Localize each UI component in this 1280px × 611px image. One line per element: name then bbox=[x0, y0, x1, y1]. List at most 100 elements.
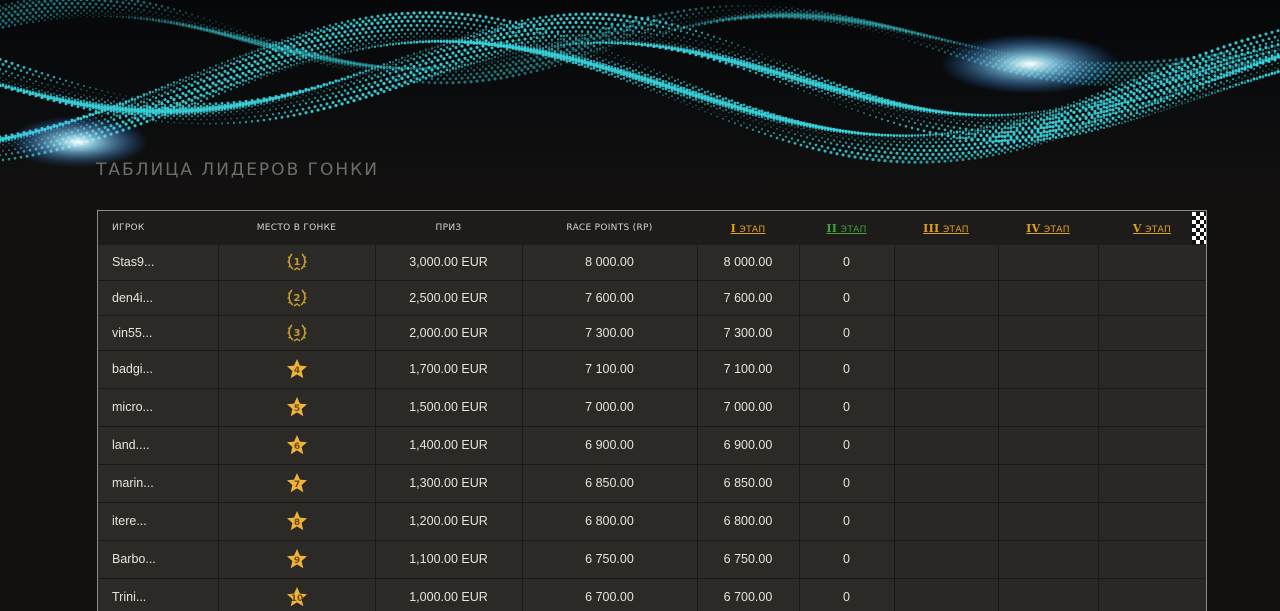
stage-5-points bbox=[1098, 350, 1206, 388]
place-column-header: МЕСТО В ГОНКЕ bbox=[218, 211, 375, 245]
player-name: Trini... bbox=[98, 578, 218, 611]
laurel-medal-icon: 3 bbox=[285, 322, 309, 344]
race-place: 3 bbox=[218, 315, 375, 350]
star-rank-icon: 8 bbox=[285, 510, 309, 532]
stage-4-points bbox=[998, 315, 1098, 350]
stage-5-points bbox=[1098, 578, 1206, 611]
table-row: itere...81,200.00 EUR6 800.006 800.000 bbox=[98, 502, 1206, 540]
star-rank-icon: 7 bbox=[285, 472, 309, 494]
prize-value: 2,000.00 EUR bbox=[375, 315, 522, 350]
race-place: 4 bbox=[218, 350, 375, 388]
stage-2-points: 0 bbox=[799, 280, 894, 315]
race-points-value: 7 100.00 bbox=[522, 350, 697, 388]
player-name: badgi... bbox=[98, 350, 218, 388]
stage-3-points bbox=[894, 315, 998, 350]
prize-value: 1,700.00 EUR bbox=[375, 350, 522, 388]
stage-2-link[interactable]: II этап bbox=[826, 224, 866, 235]
table-row: micro...51,500.00 EUR7 000.007 000.000 bbox=[98, 388, 1206, 426]
place-number: 3 bbox=[293, 328, 300, 339]
place-number: 5 bbox=[293, 404, 299, 414]
points-column-header: RACE POINTS (RP) bbox=[522, 211, 697, 245]
stage-5-points bbox=[1098, 280, 1206, 315]
prize-value: 3,000.00 EUR bbox=[375, 245, 522, 280]
place-number: 10 bbox=[290, 594, 303, 604]
star-rank-icon: 4 bbox=[285, 358, 309, 380]
stage-2-points: 0 bbox=[799, 540, 894, 578]
star-rank-icon: 9 bbox=[285, 548, 309, 570]
stage-3-points bbox=[894, 426, 998, 464]
race-points-value: 8 000.00 bbox=[522, 245, 697, 280]
race-points-value: 6 750.00 bbox=[522, 540, 697, 578]
stage-3-points bbox=[894, 350, 998, 388]
race-place: 10 bbox=[218, 578, 375, 611]
stage-2-points: 0 bbox=[799, 350, 894, 388]
race-place: 8 bbox=[218, 502, 375, 540]
star-rank-icon: 10 bbox=[285, 586, 309, 608]
place-number: 9 bbox=[293, 556, 299, 566]
place-number: 4 bbox=[293, 366, 299, 376]
stage-4-points bbox=[998, 280, 1098, 315]
stage-2-points: 0 bbox=[799, 464, 894, 502]
race-points-value: 6 800.00 bbox=[522, 502, 697, 540]
stage-4-points bbox=[998, 464, 1098, 502]
stage-3-points bbox=[894, 245, 998, 280]
stage-5-points bbox=[1098, 315, 1206, 350]
place-number: 1 bbox=[293, 257, 300, 268]
table-row: Trini...101,000.00 EUR6 700.006 700.000 bbox=[98, 578, 1206, 611]
stage-3-link[interactable]: III этап bbox=[923, 224, 969, 235]
player-name: Barbo... bbox=[98, 540, 218, 578]
stage-5-points bbox=[1098, 464, 1206, 502]
race-place: 2 bbox=[218, 280, 375, 315]
stage-5-link[interactable]: V этап bbox=[1133, 224, 1171, 235]
stage-1-points: 6 700.00 bbox=[697, 578, 799, 611]
stage-1-points: 6 750.00 bbox=[697, 540, 799, 578]
stage-1-points: 7 300.00 bbox=[697, 315, 799, 350]
stage-1-points: 8 000.00 bbox=[697, 245, 799, 280]
stage-4-points bbox=[998, 388, 1098, 426]
player-name: micro... bbox=[98, 388, 218, 426]
checkered-flag-icon bbox=[1192, 212, 1206, 244]
race-points-value: 7 000.00 bbox=[522, 388, 697, 426]
stage-5-column-header: V этап bbox=[1098, 211, 1206, 245]
prize-value: 1,500.00 EUR bbox=[375, 388, 522, 426]
stage-3-points bbox=[894, 540, 998, 578]
race-points-value: 7 600.00 bbox=[522, 280, 697, 315]
race-points-value: 6 900.00 bbox=[522, 426, 697, 464]
place-number: 2 bbox=[293, 293, 300, 304]
table-row: vin55...32,000.00 EUR7 300.007 300.000 bbox=[98, 315, 1206, 350]
stage-1-link[interactable]: I этап bbox=[731, 224, 766, 235]
laurel-medal-icon: 2 bbox=[285, 287, 309, 309]
stage-3-points bbox=[894, 388, 998, 426]
stage-2-column-header: II этап bbox=[799, 211, 894, 245]
place-number: 6 bbox=[293, 442, 299, 452]
player-name: marin... bbox=[98, 464, 218, 502]
prize-value: 2,500.00 EUR bbox=[375, 280, 522, 315]
stage-1-points: 7 000.00 bbox=[697, 388, 799, 426]
player-name: Stas9... bbox=[98, 245, 218, 280]
player-name: itere... bbox=[98, 502, 218, 540]
race-place: 7 bbox=[218, 464, 375, 502]
stage-2-points: 0 bbox=[799, 578, 894, 611]
race-place: 6 bbox=[218, 426, 375, 464]
stage-5-points bbox=[1098, 245, 1206, 280]
stage-3-points bbox=[894, 464, 998, 502]
prize-value: 1,100.00 EUR bbox=[375, 540, 522, 578]
stage-4-link[interactable]: IV этап bbox=[1026, 224, 1070, 235]
leaderboard-table: ИГРОК МЕСТО В ГОНКЕ ПРИЗ RACE POINTS (RP… bbox=[97, 210, 1207, 611]
stage-3-points bbox=[894, 280, 998, 315]
star-rank-icon: 6 bbox=[285, 434, 309, 456]
player-name: land.... bbox=[98, 426, 218, 464]
stage-1-points: 7 100.00 bbox=[697, 350, 799, 388]
stage-1-points: 6 800.00 bbox=[697, 502, 799, 540]
page-title: ТАБЛИЦА ЛИДЕРОВ ГОНКИ bbox=[96, 160, 379, 180]
prize-column-header: ПРИЗ bbox=[375, 211, 522, 245]
race-place: 5 bbox=[218, 388, 375, 426]
table-row: Barbo...91,100.00 EUR6 750.006 750.000 bbox=[98, 540, 1206, 578]
laurel-medal-icon: 1 bbox=[285, 251, 309, 273]
stage-1-points: 7 600.00 bbox=[697, 280, 799, 315]
place-number: 7 bbox=[293, 480, 299, 490]
stage-4-points bbox=[998, 426, 1098, 464]
stage-5-points bbox=[1098, 502, 1206, 540]
stage-3-points bbox=[894, 578, 998, 611]
race-points-value: 6 700.00 bbox=[522, 578, 697, 611]
